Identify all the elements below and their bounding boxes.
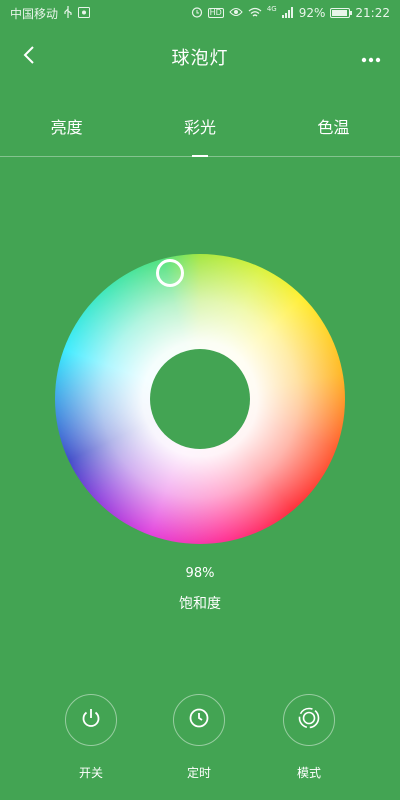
- color-wheel-center: [150, 349, 250, 449]
- usb-icon: [63, 6, 73, 20]
- mode-icon: [296, 705, 322, 735]
- power-button[interactable]: [65, 694, 117, 746]
- tab-bar: 亮度 彩光 色温: [0, 104, 400, 157]
- chevron-left-icon: [23, 46, 35, 68]
- mode-label: 模式: [296, 766, 321, 780]
- nav-bar: 球泡灯: [0, 34, 400, 80]
- tab-color-light[interactable]: 彩光: [133, 104, 266, 156]
- saturation-label: 饱和度: [179, 596, 221, 612]
- page-title: 球泡灯: [171, 48, 229, 69]
- power-label: 开关: [78, 766, 103, 780]
- tab-color-temperature[interactable]: 色温: [267, 104, 400, 156]
- more-horizontal-icon: [361, 48, 381, 67]
- timer-control: 定时: [164, 694, 234, 781]
- signal-icon: [281, 6, 294, 20]
- power-icon: [79, 706, 103, 734]
- clock-icon: [187, 706, 211, 734]
- power-control: 开关: [56, 694, 126, 781]
- screenshot-icon: [78, 6, 91, 20]
- back-button[interactable]: [14, 42, 44, 72]
- battery-percent: 92%: [298, 6, 326, 20]
- tab-label: 彩光: [183, 118, 216, 137]
- alarm-icon: [191, 6, 203, 20]
- eye-icon: [229, 7, 243, 19]
- timer-button[interactable]: [173, 694, 225, 746]
- color-wheel[interactable]: [55, 254, 345, 544]
- status-bar-left: 中国移动: [10, 5, 91, 22]
- wifi-icon: [248, 7, 262, 20]
- clock-time: 21:22: [355, 6, 390, 20]
- color-picker-handle[interactable]: [156, 259, 184, 287]
- bottom-controls: 开关 定时 模式: [0, 694, 400, 784]
- timer-label: 定时: [186, 766, 211, 780]
- color-wheel-container: [55, 254, 345, 544]
- mode-button[interactable]: [283, 694, 335, 746]
- mode-control: 模式: [274, 694, 344, 781]
- battery-fill: [332, 10, 348, 16]
- hd-icon: HD: [207, 8, 224, 18]
- battery-icon: [330, 8, 353, 18]
- network-type-label: 4G: [266, 5, 277, 13]
- status-bar: 中国移动 HD 4G 92% 21:22: [0, 0, 400, 26]
- tab-brightness[interactable]: 亮度: [0, 104, 133, 156]
- carrier-label: 中国移动: [10, 6, 59, 21]
- saturation-value: 98%: [185, 566, 215, 581]
- tab-label: 亮度: [50, 118, 83, 137]
- tab-label: 色温: [317, 118, 350, 137]
- more-button[interactable]: [356, 42, 386, 72]
- status-bar-right: HD 4G 92% 21:22: [191, 6, 390, 20]
